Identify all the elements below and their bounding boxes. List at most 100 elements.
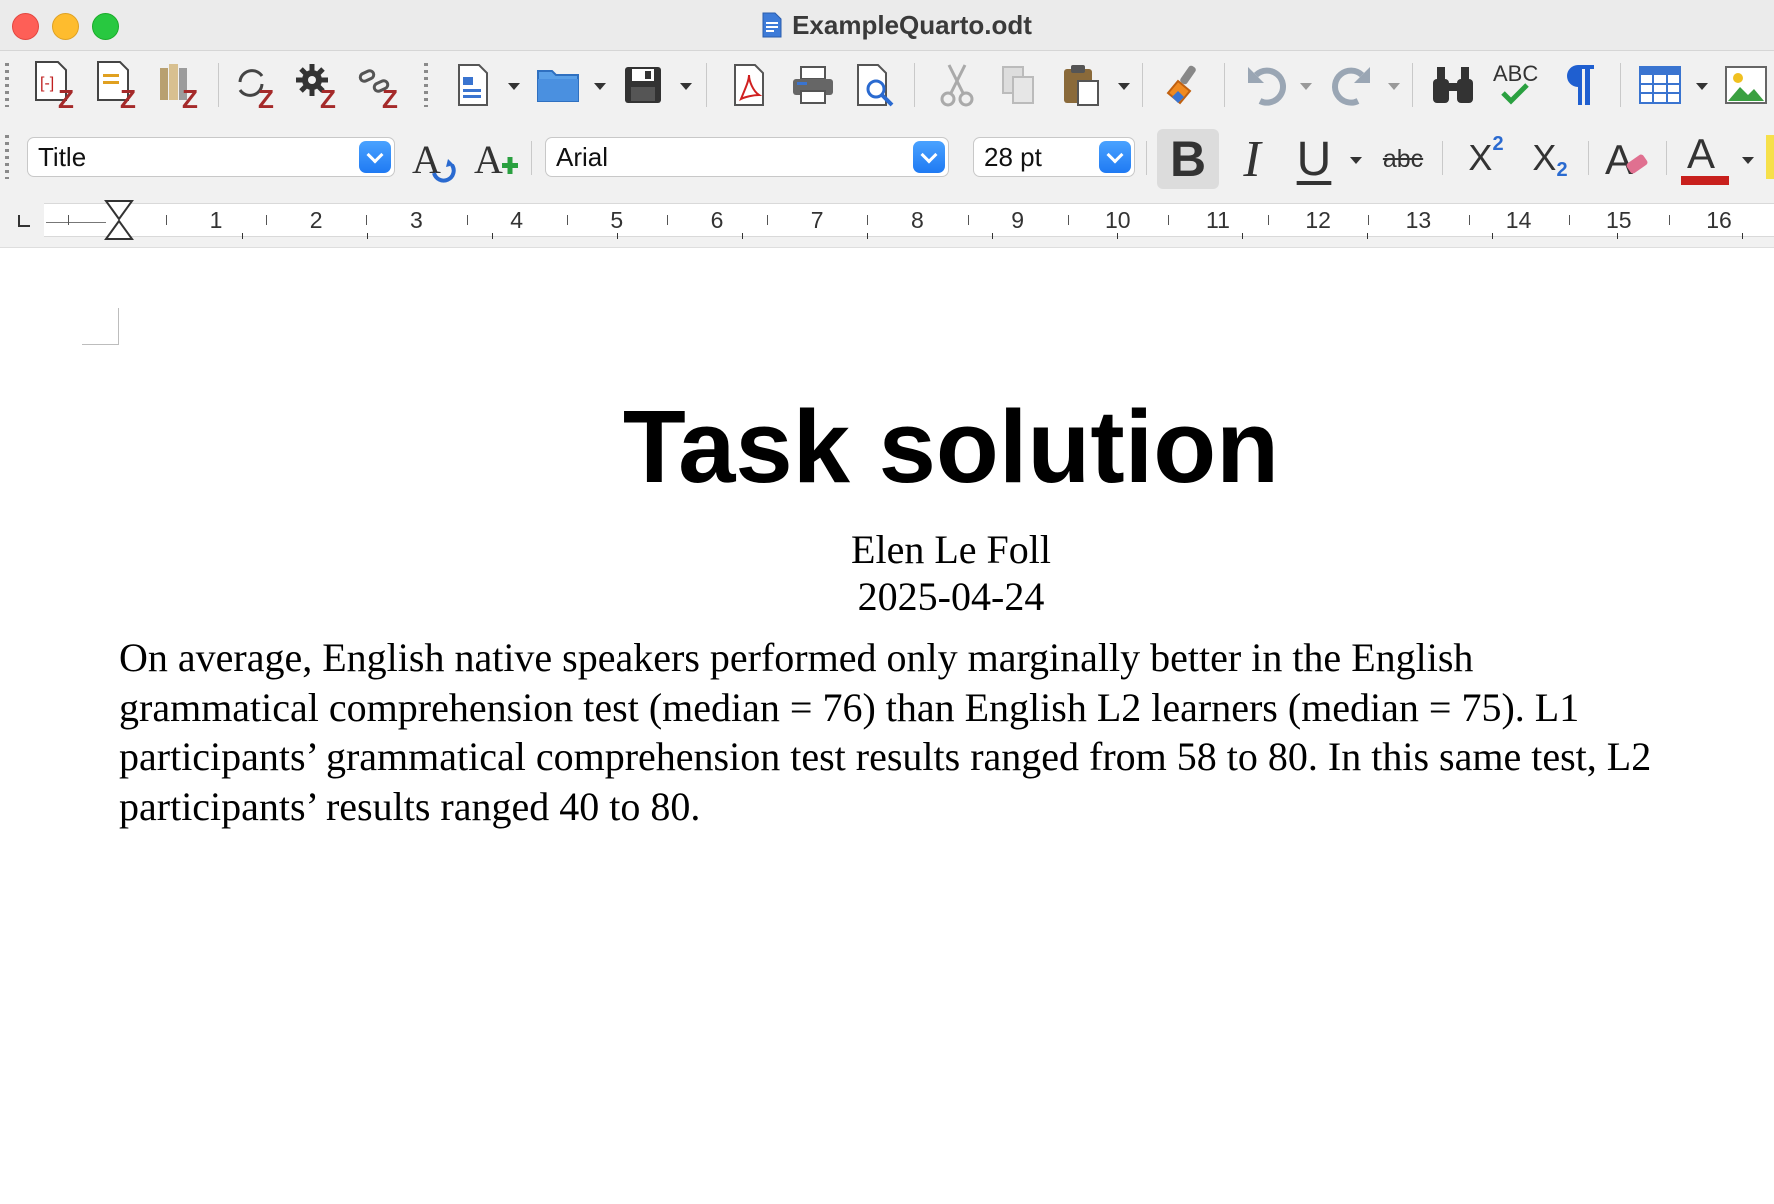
ruler-number: 15 <box>1606 207 1632 233</box>
ruler-tick <box>967 215 969 225</box>
underline-button[interactable]: U <box>1288 129 1340 189</box>
ruler-number: 10 <box>1105 207 1131 233</box>
superscript-mark: 2 <box>1492 132 1504 155</box>
sync-icon[interactable]: Z <box>230 59 280 111</box>
ruler-tab-tick <box>867 233 868 239</box>
ruler-tick <box>1268 215 1270 225</box>
superscript-label: X <box>1468 137 1493 178</box>
formatting-marks-icon[interactable] <box>1556 59 1604 111</box>
ruler-tick <box>466 215 468 225</box>
chevron-down-icon[interactable] <box>1099 141 1131 173</box>
export-pdf-icon[interactable] <box>726 61 772 109</box>
open-folder-icon[interactable] <box>534 61 582 109</box>
ruler-tab-tick <box>1367 233 1368 239</box>
print-icon[interactable] <box>788 61 838 109</box>
insert-image-icon[interactable] <box>1722 61 1770 109</box>
ruler-number: 7 <box>810 207 824 233</box>
chevron-down-icon[interactable] <box>359 141 391 173</box>
new-document-icon[interactable] <box>450 61 496 109</box>
svg-text:[-]: [-] <box>40 75 54 92</box>
toolbar-grip[interactable] <box>5 135 9 179</box>
update-style-icon[interactable]: A <box>408 135 460 183</box>
ruler-number: 11 <box>1206 207 1230 233</box>
open-dropdown[interactable] <box>594 83 606 90</box>
ruler-tick <box>1668 215 1670 225</box>
svg-text:A: A <box>1605 136 1633 183</box>
ruler-tick <box>1568 215 1570 225</box>
font-name-combo[interactable]: Arial <box>545 137 949 177</box>
new-document-dropdown[interactable] <box>508 83 520 90</box>
formatting-toolbar: Title A A Arial 28 pt B I U abc X 2 X 2 … <box>0 119 1774 197</box>
font-color-label: A <box>1687 130 1716 177</box>
settings-icon[interactable]: Z <box>292 59 342 111</box>
highlight-color-icon[interactable] <box>1766 135 1774 179</box>
export-docx-icon[interactable]: Z <box>154 59 204 111</box>
insert-table-dropdown[interactable] <box>1696 83 1708 90</box>
ruler-number: 16 <box>1706 207 1732 233</box>
ruler-tick <box>266 215 268 225</box>
ruler-tab-tick <box>1242 233 1243 239</box>
svg-text:Z: Z <box>58 84 74 110</box>
insert-table-icon[interactable] <box>1636 61 1684 109</box>
ruler-number: 1 <box>209 207 223 233</box>
ruler-tick <box>366 215 368 225</box>
cut-icon[interactable] <box>934 61 980 109</box>
font-size-combo[interactable]: 28 pt <box>973 137 1135 177</box>
spellcheck-icon[interactable]: ABC <box>1490 57 1544 111</box>
document-author[interactable]: Elen Le Foll <box>0 526 1774 573</box>
tab-stop-type-icon[interactable] <box>18 215 30 227</box>
save-dropdown[interactable] <box>680 83 692 90</box>
svg-text:Z: Z <box>120 84 136 110</box>
ruler-tab-tick <box>1492 233 1493 239</box>
strikethrough-button[interactable]: abc <box>1372 137 1434 181</box>
ruler-number: 4 <box>510 207 523 233</box>
find-replace-icon[interactable] <box>1428 61 1478 109</box>
ruler-number: 8 <box>910 207 924 233</box>
indent-marker-icon[interactable] <box>104 199 134 241</box>
subscript-button[interactable]: X 2 <box>1520 131 1580 185</box>
svg-text:Z: Z <box>320 84 336 110</box>
paragraph-line: grammatical comprehension test (median =… <box>119 684 1580 730</box>
toolbar-grip[interactable] <box>5 63 9 107</box>
font-color-button[interactable]: A <box>1676 129 1732 187</box>
redo-dropdown[interactable] <box>1388 83 1400 90</box>
paste-dropdown[interactable] <box>1118 83 1130 90</box>
copy-icon[interactable] <box>996 61 1042 109</box>
superscript-button[interactable]: X 2 <box>1456 131 1516 185</box>
ruler-tab-tick <box>242 233 243 239</box>
ruler-tab-tick <box>492 233 493 239</box>
ruler-tab-tick <box>992 233 993 239</box>
chevron-down-icon[interactable] <box>913 141 945 173</box>
underline-dropdown[interactable] <box>1350 157 1362 164</box>
undo-dropdown[interactable] <box>1300 83 1312 90</box>
font-color-dropdown[interactable] <box>1742 157 1754 164</box>
svg-text:ABC: ABC <box>1493 61 1538 86</box>
redo-icon[interactable] <box>1328 61 1376 109</box>
horizontal-ruler[interactable]: 1 2 3 4 5 6 7 8 9 10 11 12 13 14 15 16 <box>0 197 1774 248</box>
print-preview-icon[interactable] <box>852 61 900 109</box>
clone-formatting-icon[interactable] <box>1160 61 1208 109</box>
window-title-text: ExampleQuarto.odt <box>792 9 1032 40</box>
export-doc-icon[interactable]: Z <box>92 59 142 111</box>
paragraph-line: participants’ results ranged 40 to 80. <box>119 783 701 829</box>
document-title[interactable]: Task solution <box>0 388 1774 506</box>
document-page[interactable]: Task solution Elen Le Foll 2025-04-24 On… <box>0 248 1774 1204</box>
ruler-tab-tick <box>1117 233 1118 239</box>
export-odt-icon[interactable]: [-] Z <box>30 59 80 111</box>
paste-icon[interactable] <box>1058 61 1106 109</box>
clear-formatting-icon[interactable]: A <box>1600 131 1656 187</box>
italic-button[interactable]: I <box>1226 129 1278 189</box>
new-style-icon[interactable]: A <box>470 135 522 183</box>
document-paragraph[interactable]: On average, English native speakers perf… <box>119 633 1774 831</box>
save-icon[interactable] <box>620 61 666 109</box>
ruler-number: 5 <box>610 207 624 233</box>
standard-toolbar: [-] Z Z Z Z Z Z ABC <box>0 51 1774 119</box>
undo-icon[interactable] <box>1242 61 1290 109</box>
unlink-icon[interactable]: Z <box>354 59 404 111</box>
ruler-tick <box>867 215 869 225</box>
paragraph-style-combo[interactable]: Title <box>27 137 395 177</box>
window-title: ExampleQuarto.odt <box>0 0 1774 50</box>
document-date[interactable]: 2025-04-24 <box>0 573 1774 620</box>
toolbar-grip[interactable] <box>424 63 428 107</box>
ruler-tab-tick <box>1617 233 1618 239</box>
